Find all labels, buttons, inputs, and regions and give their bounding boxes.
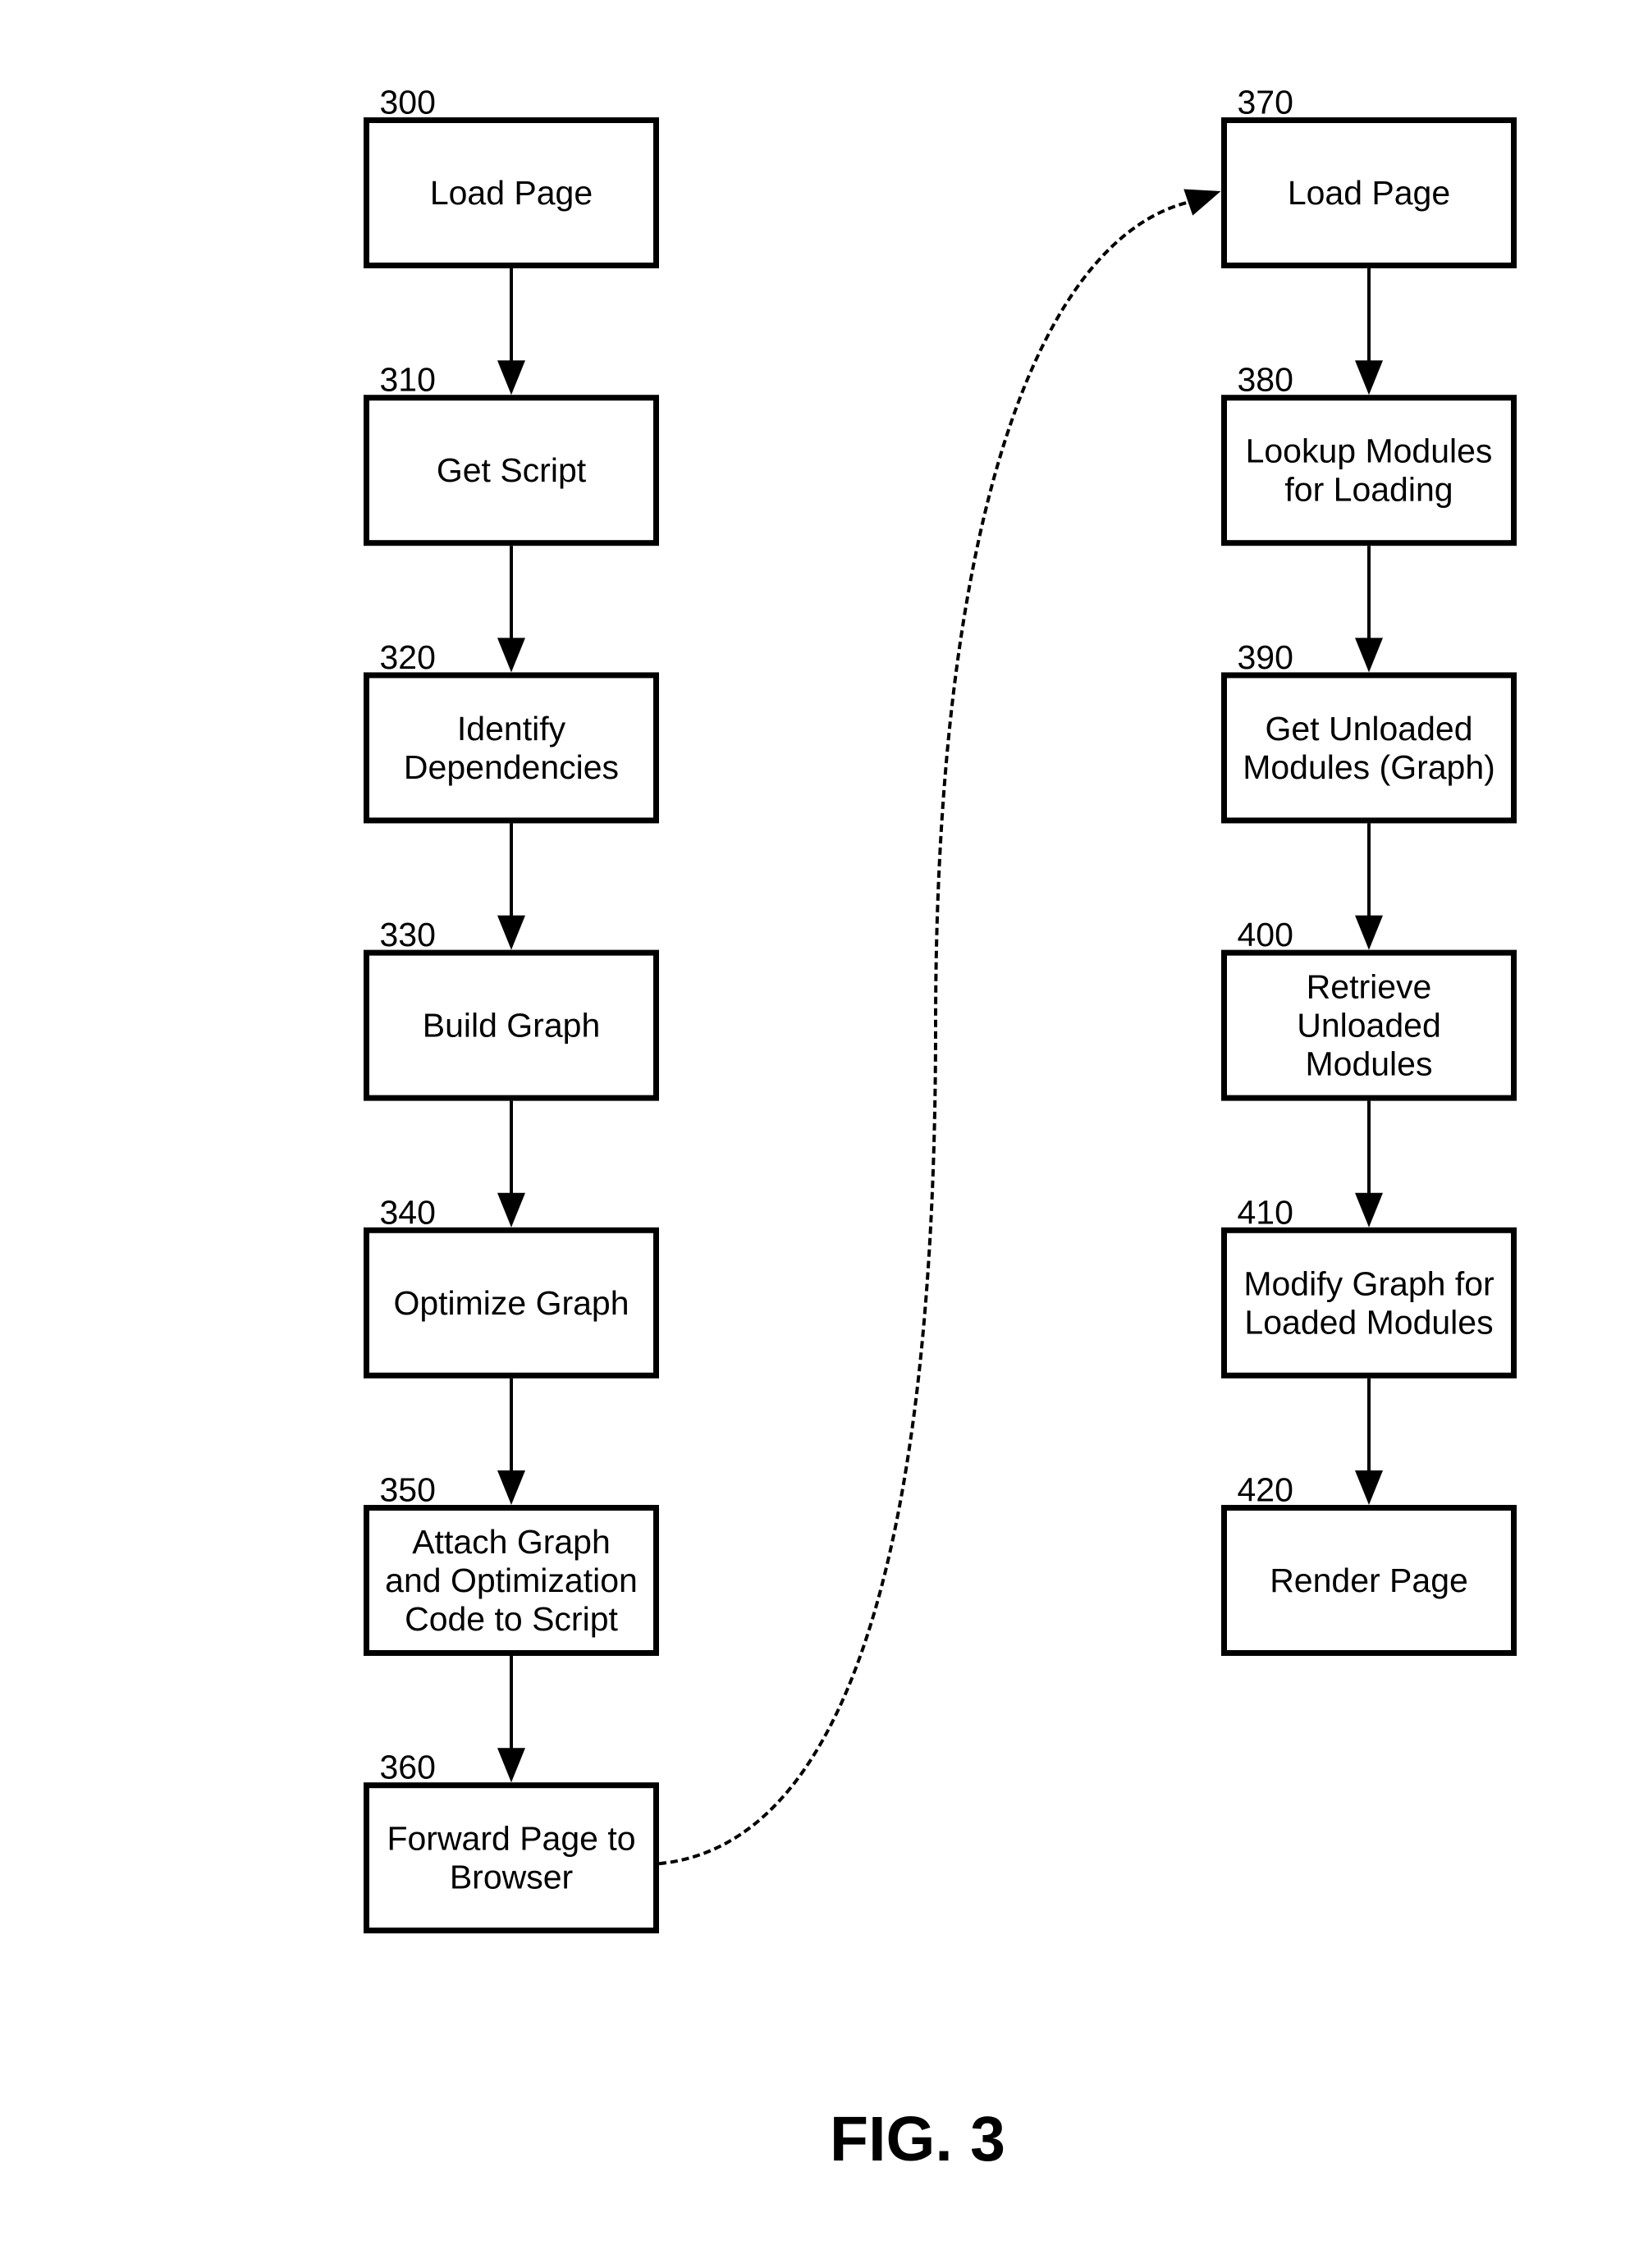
step-text-line: Dependencies: [404, 748, 619, 786]
step-ref-number: 370: [1238, 84, 1293, 121]
arrowhead-400-icon: [1355, 915, 1383, 950]
step-text-line: Loaded Modules: [1244, 1303, 1493, 1341]
flowchart-canvas: 300 Load Page 310 Get Script 320 IdentifyDepe…: [364, 84, 1517, 2174]
arrowhead-330-icon: [497, 915, 525, 950]
step-ref-number: 400: [1238, 916, 1293, 953]
arrowhead-320-icon: [497, 638, 525, 673]
dashed-link-360-to-370: [658, 200, 1190, 1866]
step-ref-number: 350: [380, 1471, 436, 1509]
step-ref-number: 330: [380, 916, 436, 953]
step-text-line: Modules (Graph): [1243, 748, 1495, 786]
step-370: 370 Load Page: [1221, 84, 1517, 268]
step-300: 300 Load Page: [364, 84, 659, 268]
step-ref-number: 390: [1238, 638, 1293, 676]
step-text-line: Get Unloaded: [1265, 710, 1472, 748]
arrowhead-380-icon: [1355, 360, 1383, 396]
step-ref-number: 310: [380, 361, 436, 399]
step-ref-number: 410: [1238, 1193, 1293, 1231]
step-text-line: and Optimization: [385, 1562, 638, 1599]
step-text-line: Load Page: [1288, 174, 1450, 212]
arrowhead-310-icon: [497, 360, 525, 396]
step-text-line: Code to Script: [405, 1600, 618, 1638]
step-text-line: Unloaded: [1297, 1007, 1441, 1045]
arrowhead-340-icon: [497, 1192, 525, 1228]
arrowhead-420-icon: [1355, 1470, 1383, 1505]
step-ref-number: 340: [380, 1193, 436, 1231]
step-ref-number: 360: [380, 1749, 436, 1786]
step-text-line: Build Graph: [423, 1007, 601, 1045]
arrowhead-410-icon: [1355, 1192, 1383, 1228]
step-text-line: Attach Graph: [412, 1523, 611, 1561]
figure-caption: FIG. 3: [830, 2104, 1005, 2174]
arrowhead-360-icon: [497, 1748, 525, 1783]
arrowhead-370-icon: [1183, 189, 1221, 216]
step-text-line: for Loading: [1284, 471, 1453, 509]
step-text-line: Lookup Modules: [1246, 432, 1493, 470]
step-text-line: Modify Graph for: [1243, 1264, 1494, 1302]
step-text-line: Modules: [1306, 1045, 1433, 1083]
step-ref-number: 300: [380, 84, 436, 121]
step-text-line: Optimize Graph: [393, 1284, 629, 1322]
process-steps: 300 Load Page 310 Get Script 320 IdentifyDepe…: [364, 84, 1517, 1934]
arrowhead-350-icon: [497, 1470, 525, 1505]
step-ref-number: 420: [1238, 1471, 1293, 1509]
step-text-line: Identify: [457, 710, 566, 748]
step-text-line: Render Page: [1270, 1562, 1468, 1599]
step-text-line: Forward Page to: [387, 1820, 635, 1858]
step-ref-number: 380: [1238, 361, 1293, 399]
step-text-line: Load Page: [430, 174, 593, 212]
step-text-line: Browser: [450, 1859, 573, 1896]
step-text-line: Retrieve: [1307, 968, 1432, 1006]
arrowhead-390-icon: [1355, 638, 1383, 673]
step-ref-number: 320: [380, 638, 436, 676]
step-text-line: Get Script: [437, 451, 587, 489]
